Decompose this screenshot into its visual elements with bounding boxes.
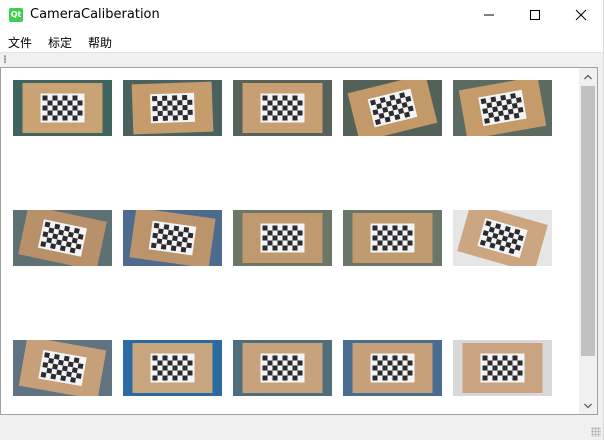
- calibration-image-thumbnail[interactable]: [343, 80, 442, 136]
- qt-app-icon: Qt: [9, 8, 23, 22]
- toolbar: [0, 52, 604, 67]
- calibration-image-thumbnail[interactable]: [123, 80, 222, 136]
- chevron-down-icon: [584, 403, 592, 408]
- menu-file[interactable]: 文件: [8, 34, 32, 51]
- maximize-button[interactable]: [512, 0, 558, 30]
- calibration-image-thumbnail[interactable]: [123, 340, 222, 396]
- calibration-image-thumbnail[interactable]: [13, 210, 112, 266]
- vertical-scrollbar[interactable]: [579, 68, 597, 414]
- scroll-down-button[interactable]: [579, 397, 597, 414]
- calibration-image-thumbnail[interactable]: [13, 340, 112, 396]
- calibration-image-thumbnail[interactable]: [343, 340, 442, 396]
- calibration-image-thumbnail[interactable]: [233, 80, 332, 136]
- toolbar-handle[interactable]: [4, 55, 6, 63]
- scrollbar-thumb[interactable]: [581, 86, 595, 356]
- calibration-image-thumbnail[interactable]: [123, 210, 222, 266]
- window-title: CameraCaliberation: [30, 7, 160, 22]
- minimize-button[interactable]: [466, 0, 512, 30]
- menu-help[interactable]: 帮助: [88, 34, 112, 51]
- image-list-view[interactable]: [0, 67, 598, 415]
- menu-calibrate[interactable]: 标定: [48, 34, 72, 51]
- title-bar: Qt CameraCaliberation: [0, 0, 604, 30]
- calibration-image-thumbnail[interactable]: [233, 340, 332, 396]
- calibration-image-thumbnail[interactable]: [343, 210, 442, 266]
- menu-bar: 文件 标定 帮助: [0, 30, 604, 52]
- calibration-image-thumbnail[interactable]: [453, 340, 552, 396]
- status-bar: [0, 416, 604, 440]
- chevron-up-icon: [584, 74, 592, 79]
- calibration-image-thumbnail[interactable]: [13, 80, 112, 136]
- calibration-image-thumbnail[interactable]: [453, 210, 552, 266]
- close-icon: [575, 9, 587, 21]
- resize-grip[interactable]: [591, 427, 601, 437]
- scroll-up-button[interactable]: [579, 68, 597, 85]
- calibration-image-thumbnail[interactable]: [453, 80, 552, 136]
- calibration-image-thumbnail[interactable]: [233, 210, 332, 266]
- close-button[interactable]: [558, 0, 604, 30]
- minimize-icon: [484, 14, 494, 16]
- maximize-icon: [530, 10, 540, 20]
